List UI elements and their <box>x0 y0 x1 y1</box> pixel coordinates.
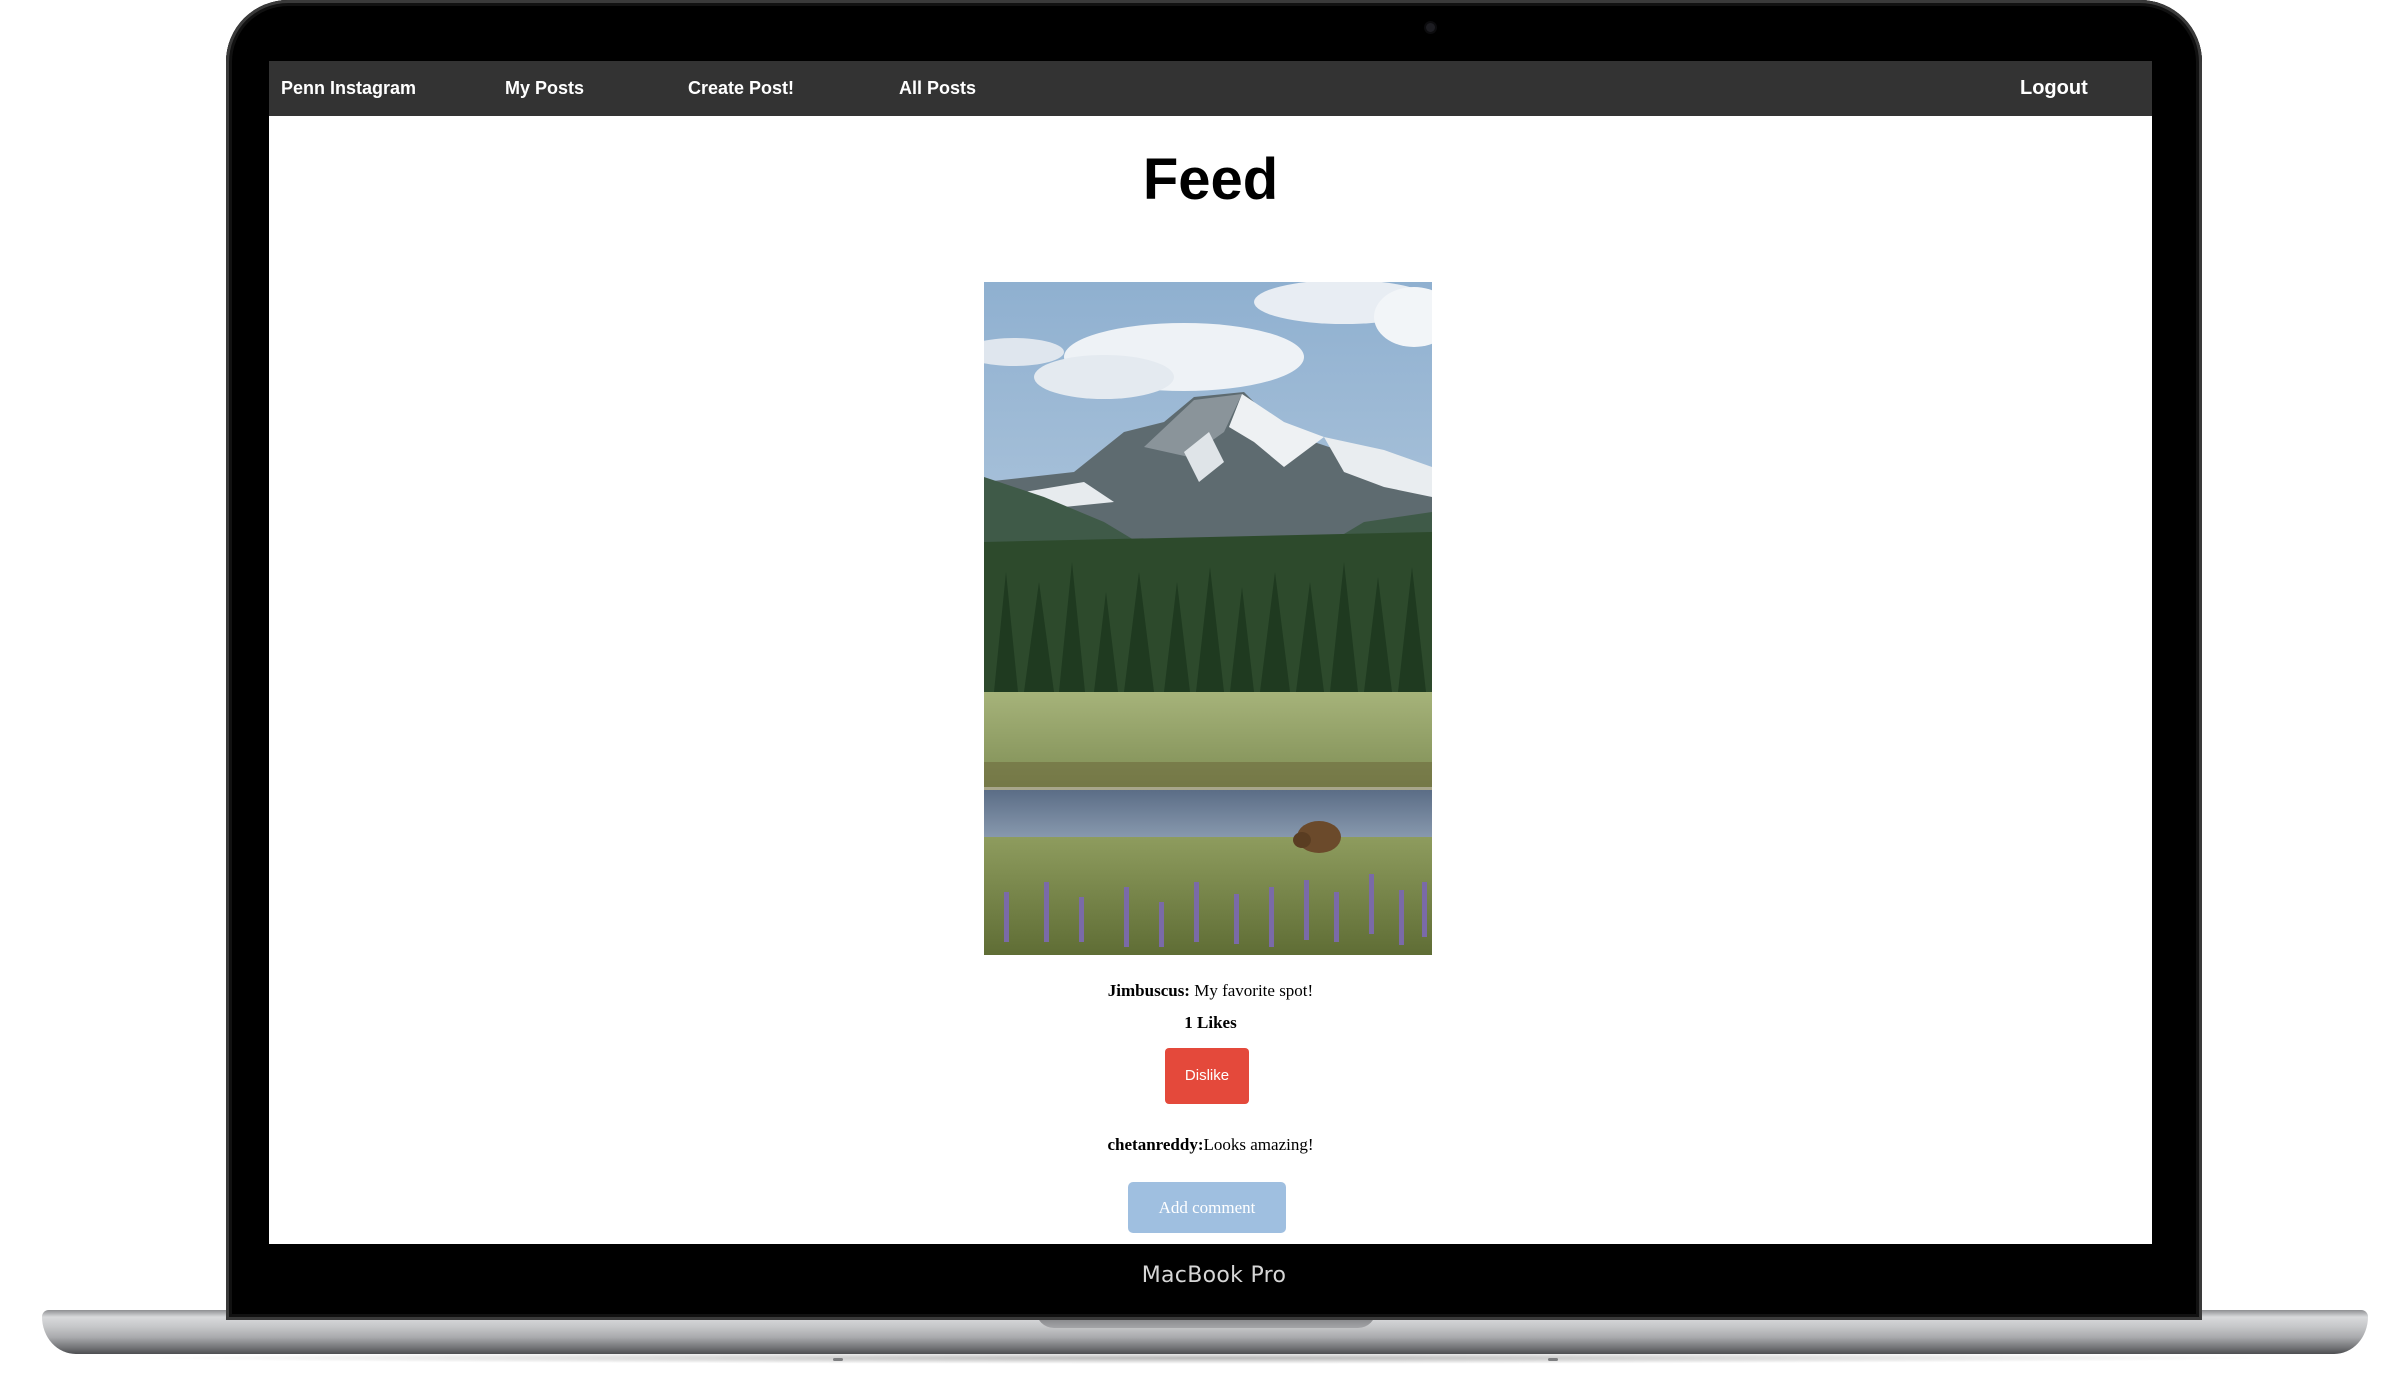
nav-my-posts[interactable]: My Posts <box>505 61 584 116</box>
dislike-button[interactable]: Dislike <box>1165 1048 1249 1104</box>
nav-create-post[interactable]: Create Post! <box>688 61 794 116</box>
post-caption: Jimbuscus: My favorite spot! <box>269 981 2152 1001</box>
device-label: MacBook Pro <box>1141 1263 1287 1288</box>
comment-item: chetanreddy:Looks amazing! <box>269 1135 2152 1155</box>
browser-viewport: Penn Instagram My Posts Create Post! All… <box>269 61 2152 1244</box>
add-comment-button[interactable]: Add comment <box>1128 1182 1286 1233</box>
like-count: 1 Likes <box>1184 1013 1237 1032</box>
post-author: Jimbuscus: <box>1107 981 1190 1000</box>
laptop-foot <box>833 1358 843 1361</box>
laptop-mockup: MacBook Pro Penn Instagram My Posts Crea… <box>0 0 2401 1376</box>
post-image <box>984 282 1432 955</box>
page-title: Feed <box>1142 147 1279 212</box>
comment-author: chetanreddy: <box>1107 1135 1204 1154</box>
comment-text: Looks amazing! <box>1203 1135 1314 1154</box>
landscape-photo-icon <box>984 282 1432 955</box>
nav-brand-link[interactable]: Penn Instagram <box>281 61 416 116</box>
camera-icon <box>1426 23 1435 32</box>
post-caption-text: My favorite spot! <box>1189 981 1314 1000</box>
laptop-foot <box>1548 1358 1558 1361</box>
nav-all-posts[interactable]: All Posts <box>899 61 976 116</box>
logout-link[interactable]: Logout <box>2020 61 2088 116</box>
navbar: Penn Instagram My Posts Create Post! All… <box>269 61 2152 116</box>
